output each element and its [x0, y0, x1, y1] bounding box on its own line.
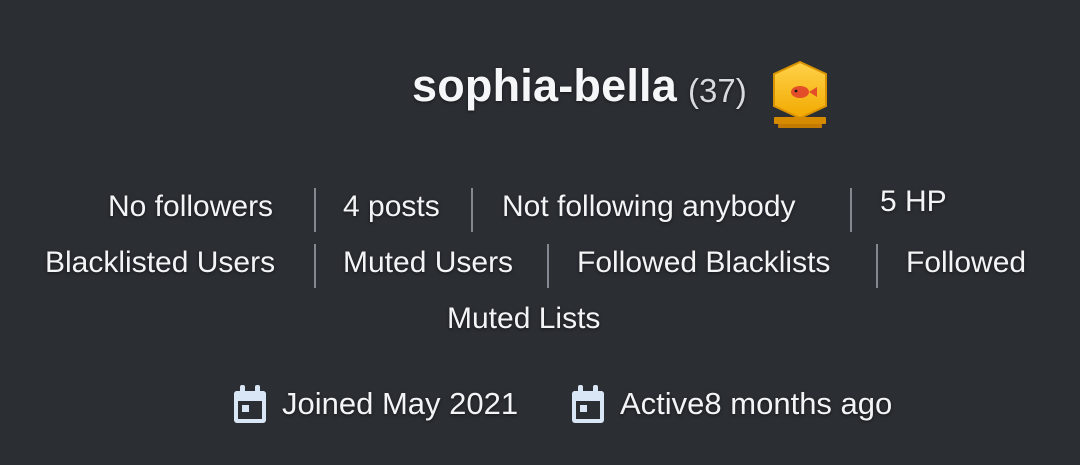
blacklisted-users-link[interactable]: Blacklisted Users — [45, 246, 275, 280]
muted-lists-link[interactable]: Muted Lists — [447, 302, 600, 336]
profile-username[interactable]: sophia-bella — [412, 60, 677, 112]
stats-divider — [314, 188, 316, 232]
active-time: Active8 months ago — [620, 386, 893, 421]
joined-info: Joined May 2021 — [232, 383, 518, 425]
followed-muted-lists-link[interactable]: Followed — [906, 246, 1026, 280]
stats-divider — [314, 244, 316, 288]
followed-blacklists-link[interactable]: Followed Blacklists — [577, 246, 830, 280]
stats-divider — [471, 188, 473, 232]
followers-link[interactable]: No followers — [108, 190, 273, 224]
profile-header: sophia-bella (37) — [0, 56, 1080, 134]
hp-value: 5 HP — [880, 185, 947, 218]
posts-link[interactable]: 4 posts — [343, 190, 440, 224]
fish-badge-icon[interactable] — [768, 56, 832, 132]
following-link[interactable]: Not following anybody — [502, 190, 796, 224]
reputation-score: (37) — [688, 72, 747, 109]
active-info: Active8 months ago — [570, 383, 892, 425]
stats-divider — [547, 244, 549, 288]
calendar-icon — [234, 385, 266, 423]
joined-date: Joined May 2021 — [282, 386, 519, 421]
stats-divider — [876, 244, 878, 288]
stats-divider — [850, 188, 852, 232]
muted-users-link[interactable]: Muted Users — [343, 246, 513, 280]
calendar-icon — [572, 385, 604, 423]
